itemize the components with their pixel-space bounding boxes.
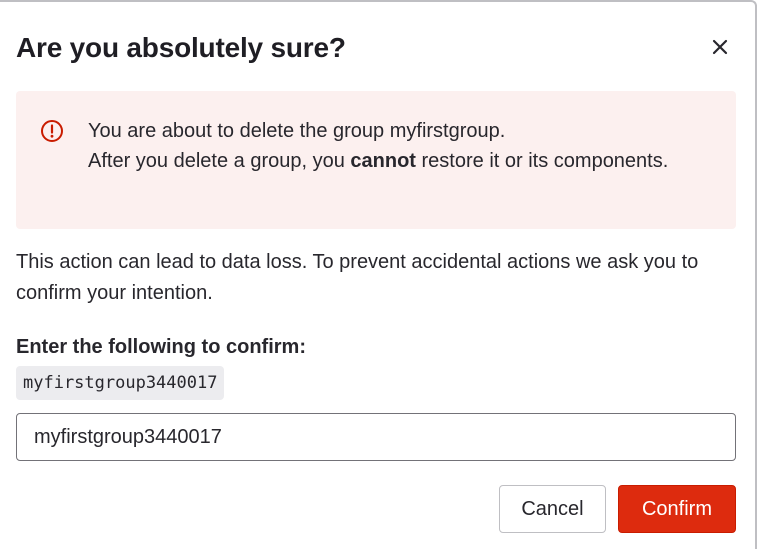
alert-message: You are about to delete the group myfirs… xyxy=(88,116,716,176)
error-circle-icon xyxy=(41,120,63,142)
confirm-input[interactable] xyxy=(16,413,736,461)
alert-line-2-prefix: After you delete a group, you xyxy=(88,150,351,172)
confirm-code: myfirstgroup3440017 xyxy=(16,366,225,400)
alert-line-1: You are about to delete the group myfirs… xyxy=(88,120,506,142)
delete-group-modal: Are you absolutely sure? You are about t… xyxy=(0,0,757,549)
confirm-label: Enter the following to confirm: xyxy=(16,336,306,358)
data-loss-description: This action can lead to data loss. To pr… xyxy=(16,251,699,304)
alert-line-2: After you delete a group, you cannot res… xyxy=(88,146,716,176)
alert-line-2-suffix: restore it or its components. xyxy=(415,150,669,172)
close-button[interactable] xyxy=(705,32,735,62)
modal-header: Are you absolutely sure? xyxy=(16,30,739,70)
close-icon xyxy=(712,39,728,55)
alert-cannot-emphasis: cannot xyxy=(350,150,416,172)
modal-title: Are you absolutely sure? xyxy=(16,32,346,63)
confirm-button[interactable]: Confirm xyxy=(618,485,736,533)
danger-alert: You are about to delete the group myfirs… xyxy=(16,91,736,229)
cancel-button[interactable]: Cancel xyxy=(499,485,606,533)
